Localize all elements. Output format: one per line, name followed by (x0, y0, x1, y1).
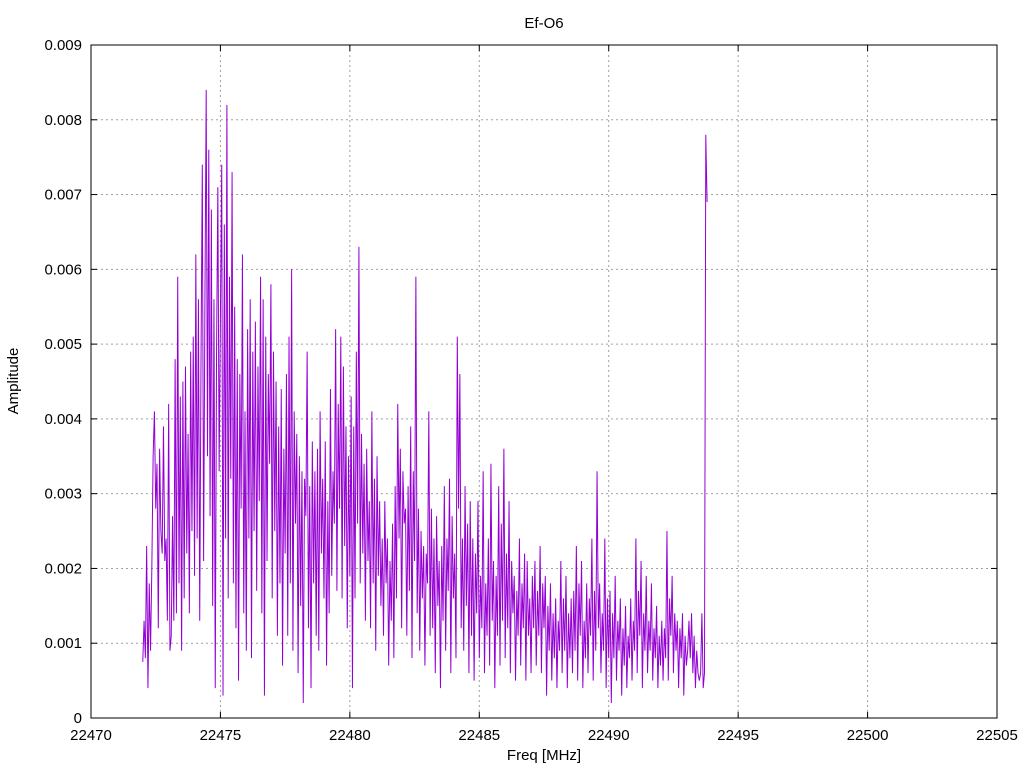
y-axis-label: Amplitude (5, 348, 22, 415)
y-tick-label: 0.008 (44, 112, 82, 129)
y-tick-label: 0 (74, 710, 82, 727)
chart-title: Ef-O6 (524, 15, 563, 32)
y-tick-label: 0.009 (44, 37, 82, 54)
y-tick-label: 0.004 (44, 411, 82, 428)
x-axis-label: Freq [MHz] (507, 747, 581, 764)
x-tick-label: 22500 (847, 727, 889, 744)
x-tick-label: 22475 (200, 727, 242, 744)
y-tick-label: 0.005 (44, 336, 82, 353)
x-tick-label: 22495 (717, 727, 759, 744)
y-tick-label: 0.007 (44, 187, 82, 204)
chart: 22470 22475 22480 22485 22490 22495 22500 22505… (0, 0, 1024, 768)
x-tick-label: 22485 (458, 727, 500, 744)
y-tick-label: 0.003 (44, 486, 82, 503)
y-tick-label: 0.006 (44, 261, 82, 278)
y-tick-label: 0.001 (44, 635, 82, 652)
x-tick-label: 22470 (70, 727, 112, 744)
x-tick-label: 22480 (329, 727, 371, 744)
chart-background (0, 0, 1024, 768)
x-tick-label: 22490 (588, 727, 630, 744)
x-tick-label: 22505 (976, 727, 1018, 744)
y-tick-label: 0.002 (44, 560, 82, 577)
